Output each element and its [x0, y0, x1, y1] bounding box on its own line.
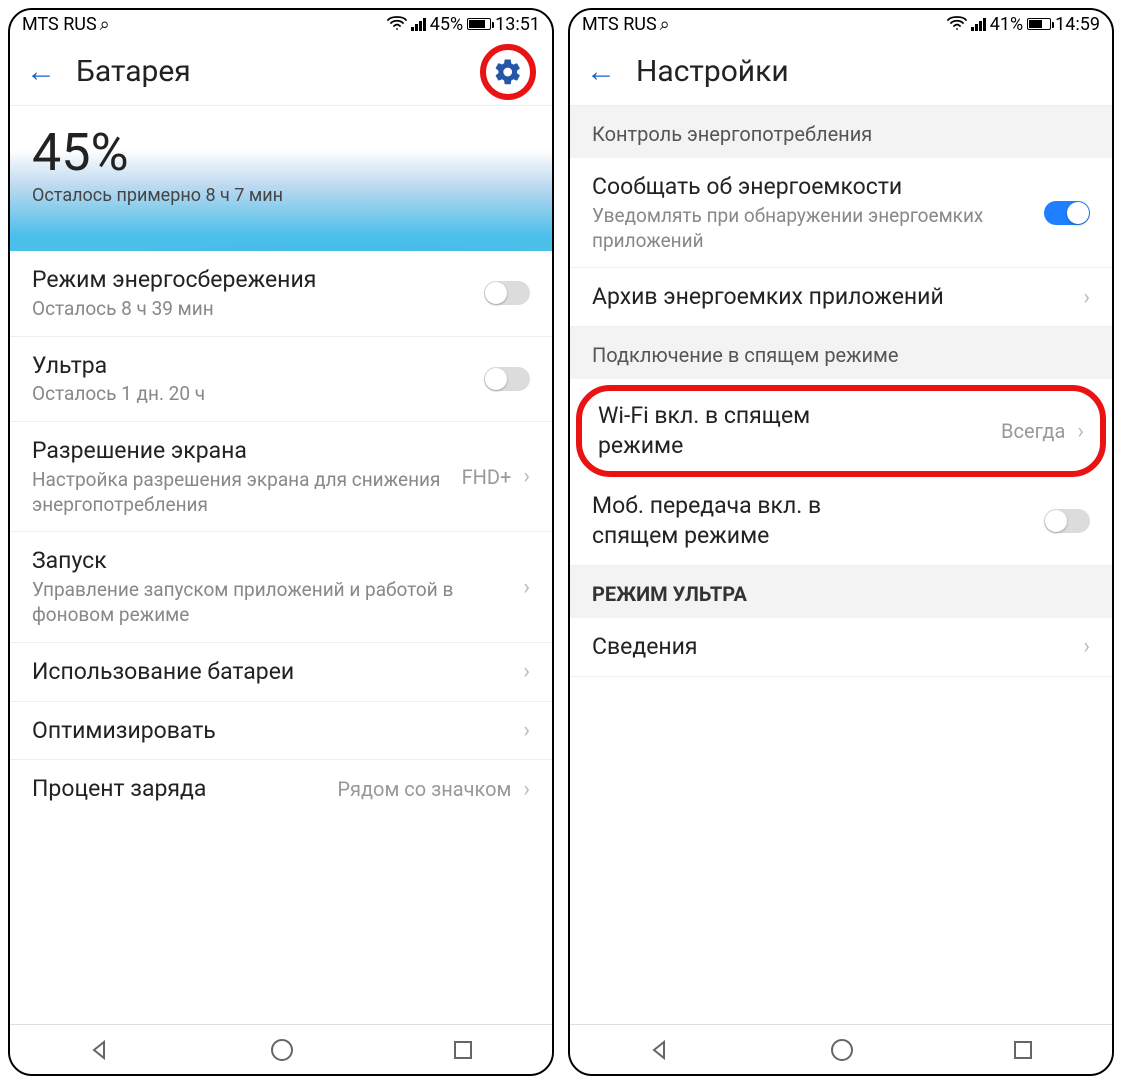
settings-button[interactable]	[480, 44, 536, 100]
row-ultra[interactable]: Ультра Осталось 1 дн. 20 ч	[10, 337, 552, 423]
clock-label: 13:51	[495, 14, 540, 35]
battery-remaining-label: Осталось примерно 8 ч 7 мин	[32, 185, 530, 206]
row-mobdata-sleep[interactable]: Моб. передача вкл. в спящем режиме	[570, 477, 1112, 566]
row-subtitle: Уведомлять при обнаружении энергоемких п…	[592, 204, 1032, 253]
nav-home-icon[interactable]	[269, 1037, 295, 1063]
clock-label: 14:59	[1055, 14, 1100, 35]
row-power-save[interactable]: Режим энергосбережения Осталось 8 ч 39 м…	[10, 251, 552, 337]
chevron-right-icon: ›	[1083, 285, 1090, 310]
power-save-switch[interactable]	[484, 281, 530, 305]
row-notify-heavy[interactable]: Сообщать об энергоемкости Уведомлять при…	[570, 158, 1112, 268]
page-title: Батарея	[76, 54, 191, 89]
battery-percent-large: 45%	[32, 122, 530, 183]
highlight-pill: Wi-Fi вкл. в спящем режиме Всегда ›	[576, 385, 1106, 477]
row-wifi-sleep[interactable]: Wi-Fi вкл. в спящем режиме Всегда ›	[582, 391, 1100, 471]
section-header-power-control: Контроль энергопотребления	[570, 106, 1112, 158]
row-title: Режим энергосбережения	[32, 265, 472, 295]
mobdata-sleep-switch[interactable]	[1044, 509, 1090, 533]
search-icon: ⌕	[660, 14, 670, 35]
row-info[interactable]: Сведения ›	[570, 618, 1112, 677]
row-optimize[interactable]: Оптимизировать ›	[10, 702, 552, 761]
row-title: Использование батареи	[32, 657, 511, 687]
chevron-right-icon: ›	[1077, 419, 1084, 444]
row-value: Рядом со значком	[337, 777, 511, 801]
row-value: FHD+	[462, 465, 512, 489]
chevron-right-icon: ›	[523, 464, 530, 489]
row-title: Сведения	[592, 632, 1071, 662]
back-icon[interactable]: ←	[586, 57, 616, 87]
notify-heavy-switch[interactable]	[1044, 201, 1090, 225]
row-subtitle: Управление запуском приложений и работой…	[32, 578, 511, 627]
signal-icon	[971, 18, 986, 31]
row-subtitle: Настройка разрешения экрана для снижения…	[32, 468, 450, 517]
row-title: Процент заряда	[32, 774, 325, 804]
row-title: Оптимизировать	[32, 716, 511, 746]
chevron-right-icon: ›	[1083, 634, 1090, 659]
status-bar: MTS RUS ⌕ 41% 14:59	[570, 10, 1112, 38]
chevron-right-icon: ›	[523, 718, 530, 743]
status-bar: MTS RUS ⌕ 45% 13:51	[10, 10, 552, 38]
nav-home-icon[interactable]	[829, 1037, 855, 1063]
phone-right: MTS RUS ⌕ 41% 14:59 ← Настройки Контроль…	[568, 8, 1114, 1076]
row-title: Ультра	[32, 351, 472, 381]
row-title: Архив энергоемких приложений	[592, 282, 1071, 312]
row-resolution[interactable]: Разрешение экрана Настройка разрешения э…	[10, 422, 552, 532]
settings-list: Режим энергосбережения Осталось 8 ч 39 м…	[10, 251, 552, 1024]
section-header-sleep-connection: Подключение в спящем режиме	[570, 327, 1112, 379]
chevron-right-icon: ›	[523, 575, 530, 600]
row-subtitle: Осталось 1 дн. 20 ч	[32, 382, 472, 407]
battery-percent-label: 45%	[430, 14, 463, 35]
row-title: Wi-Fi вкл. в спящем режиме	[598, 401, 858, 461]
highlight-circle	[480, 44, 536, 100]
row-battery-usage[interactable]: Использование батареи ›	[10, 643, 552, 702]
row-title: Запуск	[32, 546, 511, 576]
battery-percent-label: 41%	[990, 14, 1023, 35]
nav-back-icon[interactable]	[88, 1038, 112, 1062]
row-subtitle: Осталось 8 ч 39 мин	[32, 297, 472, 322]
row-percent-display[interactable]: Процент заряда Рядом со значком ›	[10, 760, 552, 818]
ultra-switch[interactable]	[484, 367, 530, 391]
row-launch[interactable]: Запуск Управление запуском приложений и …	[10, 532, 552, 642]
row-archive[interactable]: Архив энергоемких приложений ›	[570, 268, 1112, 327]
row-title: Разрешение экрана	[32, 436, 450, 466]
nav-bar	[10, 1024, 552, 1074]
page-title: Настройки	[636, 54, 789, 89]
battery-hero: 45% Осталось примерно 8 ч 7 мин	[10, 106, 552, 251]
row-title: Сообщать об энергоемкости	[592, 172, 1032, 202]
settings-list: Контроль энергопотребления Сообщать об э…	[570, 106, 1112, 1024]
chevron-right-icon: ›	[523, 659, 530, 684]
phone-left: MTS RUS ⌕ 45% 13:51 ← Батарея 45% Остало…	[8, 8, 554, 1076]
signal-icon	[411, 18, 426, 31]
back-icon[interactable]: ←	[26, 57, 56, 87]
row-title: Моб. передача вкл. в спящем режиме	[592, 491, 892, 551]
carrier-label: MTS RUS	[582, 14, 657, 35]
row-value: Всегда	[1001, 419, 1065, 443]
wifi-icon	[387, 14, 407, 35]
search-icon: ⌕	[100, 14, 110, 35]
battery-icon	[467, 18, 491, 30]
wifi-icon	[947, 14, 967, 35]
nav-recent-icon[interactable]	[452, 1039, 474, 1061]
battery-icon	[1027, 18, 1051, 30]
nav-back-icon[interactable]	[648, 1038, 672, 1062]
nav-recent-icon[interactable]	[1012, 1039, 1034, 1061]
section-header-ultra-mode: РЕЖИМ УЛЬТРА	[570, 566, 1112, 618]
chevron-right-icon: ›	[523, 777, 530, 802]
app-bar: ← Батарея	[10, 38, 552, 106]
app-bar: ← Настройки	[570, 38, 1112, 106]
nav-bar	[570, 1024, 1112, 1074]
carrier-label: MTS RUS	[22, 14, 97, 35]
